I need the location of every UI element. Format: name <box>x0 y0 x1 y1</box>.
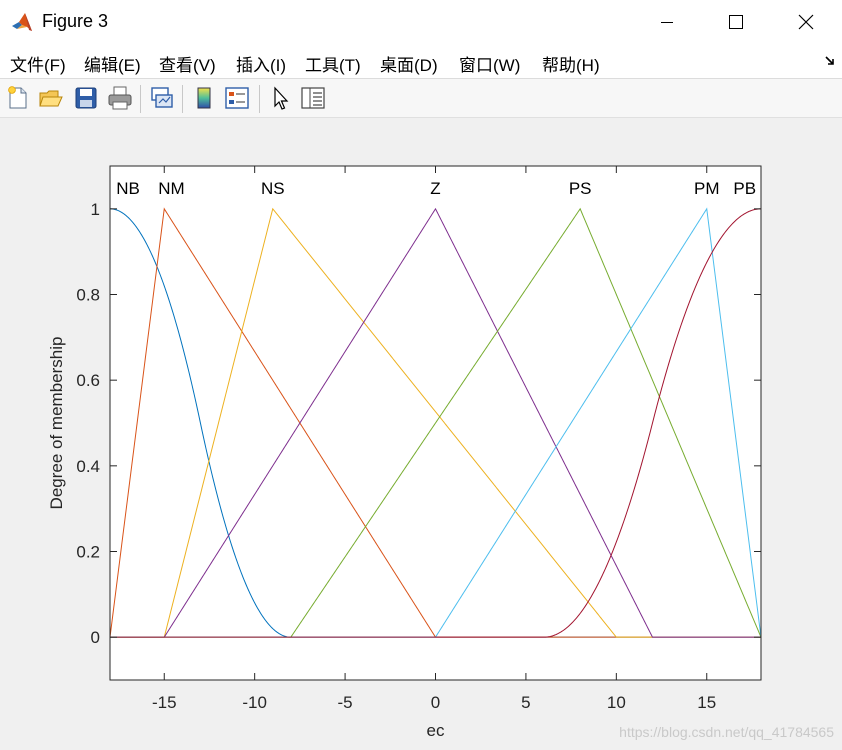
open-file-icon[interactable] <box>38 85 64 111</box>
y-tick-label: 1 <box>91 200 100 219</box>
y-tick-label: 0.2 <box>76 543 100 562</box>
figure-toolbar <box>0 79 842 118</box>
membership-function-plot[interactable]: NB NM NS Z PS PM PB -15 -10 -5 0 5 10 15 0 0.2 0.4 0.6 0.… <box>0 118 842 750</box>
insert-legend-icon[interactable] <box>224 85 250 111</box>
menu-edit[interactable]: 编辑(E) <box>84 51 141 76</box>
insert-colorbar-icon[interactable] <box>191 85 217 111</box>
print-icon[interactable] <box>107 85 133 111</box>
menu-bar: 文件(F) 编辑(E) 查看(V) 插入(I) 工具(T) 桌面(D) 窗口(W… <box>0 44 842 79</box>
menu-desktop[interactable]: 桌面(D) <box>380 51 438 76</box>
title-bar[interactable]: Figure 3 <box>0 0 842 44</box>
y-tick-label: 0 <box>91 628 100 647</box>
figure-canvas: NB NM NS Z PS PM PB -15 -10 -5 0 5 10 15 0 0.2 0.4 0.6 0.… <box>0 118 842 750</box>
minimize-icon <box>661 22 673 23</box>
mf-label-z: Z <box>430 179 440 198</box>
mf-label-ns: NS <box>261 179 285 198</box>
menu-window[interactable]: 窗口(W) <box>459 51 520 76</box>
minimize-button[interactable] <box>639 0 695 44</box>
menu-view[interactable]: 查看(V) <box>159 51 216 76</box>
y-tick-label: 0.8 <box>76 286 100 305</box>
new-figure-icon[interactable] <box>5 85 31 111</box>
watermark: https://blog.csdn.net/qq_41784565 <box>619 724 834 740</box>
x-tick-label: 15 <box>697 693 716 712</box>
mf-label-nb: NB <box>116 179 140 198</box>
menu-help[interactable]: 帮助(H) <box>542 51 600 76</box>
menu-tools[interactable]: 工具(T) <box>305 51 361 76</box>
figure-window: Figure 3 文件(F) 编辑(E) 查看(V) 插入(I) 工具(T) 桌… <box>0 0 842 750</box>
x-tick-label: -15 <box>152 693 177 712</box>
x-tick-label: -5 <box>338 693 353 712</box>
dock-arrow-icon[interactable] <box>824 54 836 72</box>
toolbar-separator <box>182 85 183 113</box>
y-tick-label: 0.6 <box>76 371 100 390</box>
x-tick-label: -10 <box>242 693 267 712</box>
y-tick-label: 0.4 <box>76 457 100 476</box>
x-tick-label: 5 <box>521 693 530 712</box>
maximize-button[interactable] <box>708 0 764 44</box>
mf-label-pm: PM <box>694 179 720 198</box>
toolbar-separator <box>259 85 260 113</box>
menu-file[interactable]: 文件(F) <box>10 51 66 76</box>
toolbar-separator <box>140 85 141 113</box>
menu-insert[interactable]: 插入(I) <box>236 51 286 76</box>
x-axis-label: ec <box>427 721 445 740</box>
link-plot-icon[interactable] <box>148 85 174 111</box>
x-tick-label: 0 <box>431 693 440 712</box>
maximize-icon <box>729 15 743 29</box>
x-tick-label: 10 <box>607 693 626 712</box>
property-inspector-icon[interactable] <box>300 85 326 111</box>
matlab-icon <box>10 11 34 35</box>
mf-label-pb: PB <box>733 179 756 198</box>
y-axis-label: Degree of membership <box>47 337 66 510</box>
close-icon <box>798 14 814 30</box>
close-button[interactable] <box>778 0 834 44</box>
mf-label-nm: NM <box>158 179 184 198</box>
save-icon[interactable] <box>73 85 99 111</box>
edit-plot-arrow-icon[interactable] <box>268 85 294 111</box>
mf-label-ps: PS <box>569 179 592 198</box>
window-title: Figure 3 <box>42 11 109 31</box>
